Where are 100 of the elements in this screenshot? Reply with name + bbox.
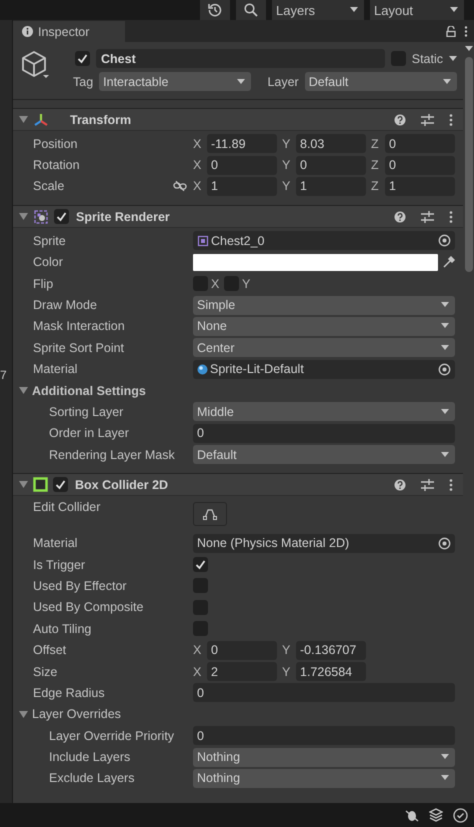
number-field[interactable]: 1 — [296, 176, 366, 196]
scrollbar-thumb[interactable] — [464, 57, 472, 272]
axis-label: Y — [282, 664, 292, 678]
bug-icon[interactable] — [405, 808, 419, 822]
axis-label: X — [193, 179, 202, 194]
checkbox[interactable] — [193, 621, 208, 636]
foldout-arrow-icon[interactable] — [19, 480, 28, 490]
number-field[interactable]: -11.89 — [207, 134, 277, 154]
number-field[interactable]: 0 — [385, 134, 455, 154]
property-label: Color — [33, 255, 63, 270]
property-label: Sprite — [33, 234, 66, 248]
property-label: Exclude Layers — [49, 771, 134, 786]
object-field[interactable]: Sprite-Lit-Default — [193, 360, 455, 379]
caret-icon — [441, 775, 449, 782]
number-field[interactable]: 1 — [385, 176, 455, 196]
number-field[interactable]: 0 — [193, 683, 455, 702]
dropdown[interactable]: Default — [193, 445, 455, 464]
foldout-label[interactable]: Layer Overrides — [32, 707, 121, 722]
dropdown[interactable]: Nothing — [193, 768, 455, 788]
check-circle-icon[interactable] — [453, 808, 468, 822]
object-field[interactable]: None (Physics Material 2D) — [193, 534, 455, 553]
number-field[interactable]: 0 — [207, 156, 277, 175]
checkbox[interactable] — [193, 600, 208, 615]
toolbar-dropdown[interactable]: Layers — [272, 0, 364, 20]
lock-icon[interactable] — [446, 26, 456, 36]
sliders-icon[interactable] — [421, 114, 434, 126]
component-header[interactable]: Sprite Renderer — [13, 205, 463, 228]
number-field[interactable]: 0 — [193, 726, 455, 746]
property-label: Include Layers — [49, 750, 130, 764]
layer-dropdown[interactable]: Default — [304, 72, 457, 91]
object-picker-icon[interactable] — [438, 536, 451, 550]
foldout-arrow-icon[interactable] — [19, 710, 28, 719]
object-picker-icon[interactable] — [438, 362, 451, 376]
checkbox[interactable] — [224, 276, 239, 292]
more-icon[interactable] — [449, 114, 453, 126]
enabled-checkbox[interactable] — [54, 209, 69, 224]
caret-icon — [441, 302, 449, 308]
checkbox[interactable] — [193, 557, 208, 572]
foldout-label[interactable]: Additional Settings — [32, 384, 146, 398]
foldout-arrow-icon[interactable] — [19, 386, 28, 396]
inspector-tab[interactable]: Inspector — [13, 21, 125, 42]
toolbar-dropdown[interactable]: Layout — [370, 0, 464, 20]
component-header[interactable]: Transform — [13, 108, 463, 131]
more-icon[interactable] — [449, 210, 453, 223]
number-field[interactable]: 0 — [385, 156, 455, 175]
name-field[interactable]: Chest — [96, 49, 385, 68]
property-label: Sprite Sort Point — [33, 340, 124, 355]
property-label: Edit Collider — [33, 500, 100, 514]
broken-link-icon[interactable] — [173, 181, 187, 192]
number-field[interactable]: 2 — [207, 662, 277, 681]
dropdown[interactable]: Middle — [193, 402, 455, 422]
search-button[interactable] — [236, 0, 266, 20]
number-field[interactable]: 0 — [207, 640, 277, 660]
sphere-icon — [197, 364, 208, 375]
caret-icon — [441, 344, 449, 351]
checkbox[interactable] — [193, 276, 208, 292]
layer-label: Layer — [267, 74, 299, 88]
property-label: Order in Layer — [49, 426, 129, 440]
help-icon[interactable] — [394, 114, 406, 126]
enabled-checkbox[interactable] — [53, 477, 68, 492]
number-field[interactable]: 1.726584 — [296, 662, 366, 681]
foldout-arrow-icon[interactable] — [19, 212, 28, 222]
number-field[interactable]: 1 — [207, 176, 277, 196]
active-checkbox[interactable] — [75, 51, 90, 66]
dropdown[interactable]: Center — [193, 338, 455, 358]
dropdown[interactable]: Simple — [193, 296, 455, 315]
axis-label: Y — [282, 158, 292, 172]
help-icon[interactable] — [394, 478, 406, 491]
dropdown[interactable]: None — [193, 316, 455, 336]
more-icon[interactable] — [464, 26, 468, 36]
property-label: Mask Interaction — [33, 319, 125, 334]
help-icon[interactable] — [394, 210, 406, 223]
axis-label: Y — [282, 643, 292, 658]
checkbox[interactable] — [193, 578, 208, 594]
caret-icon — [443, 78, 451, 84]
object-picker-icon[interactable] — [438, 234, 451, 248]
more-icon[interactable] — [449, 478, 453, 491]
axis-label: Y — [242, 276, 252, 291]
number-field[interactable]: 0 — [193, 424, 455, 443]
component-header[interactable]: Box Collider 2D — [13, 473, 463, 496]
tag-dropdown[interactable]: Interactable — [99, 72, 252, 91]
number-field[interactable]: -0.136707 — [296, 640, 366, 660]
static-checkbox[interactable] — [390, 51, 406, 66]
number-field[interactable]: 8.03 — [296, 134, 366, 154]
number-field[interactable]: 0 — [296, 156, 366, 175]
property-label: Rendering Layer Mask — [49, 448, 175, 462]
sliders-icon[interactable] — [421, 210, 434, 223]
property-label: Scale — [33, 179, 64, 194]
static-label: Static — [412, 52, 443, 66]
object-field[interactable]: Chest2_0 — [193, 231, 455, 250]
color-swatch[interactable] — [193, 254, 438, 271]
property-label: Sorting Layer — [49, 404, 124, 419]
history-button[interactable] — [200, 0, 230, 20]
sprite-renderer-icon — [33, 208, 49, 225]
eyedropper-icon[interactable] — [442, 256, 455, 269]
edit-collider-button[interactable] — [193, 502, 227, 526]
stack-icon[interactable] — [429, 808, 443, 822]
sliders-icon[interactable] — [421, 478, 434, 491]
dropdown[interactable]: Nothing — [193, 748, 455, 767]
foldout-arrow-icon[interactable] — [19, 115, 28, 124]
